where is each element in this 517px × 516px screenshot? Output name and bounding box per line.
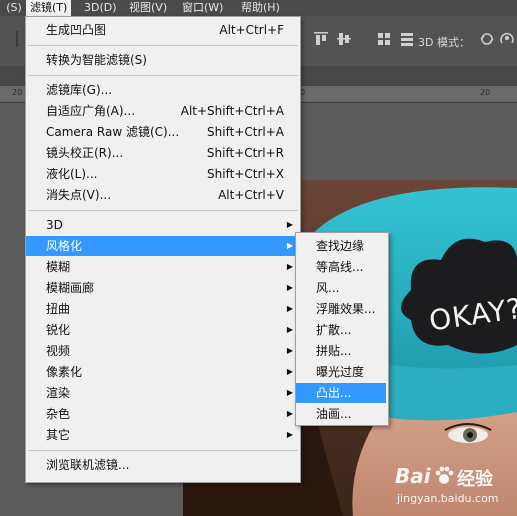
menu-item-liquify[interactable]: 液化(L)... Shift+Ctrl+X bbox=[26, 164, 300, 184]
menu-filter[interactable]: 滤镜(T) bbox=[26, 0, 72, 16]
menu-divider bbox=[28, 210, 298, 211]
submenu-item-emboss[interactable]: 浮雕效果... bbox=[296, 299, 386, 319]
submenu-item-solarize[interactable]: 曝光过度 bbox=[296, 362, 386, 382]
submenu-arrow-icon: ▶ bbox=[286, 283, 293, 292]
submenu-item-oil-paint[interactable]: 油画... bbox=[296, 404, 386, 424]
menu-item-browse-filters-online[interactable]: 浏览联机滤镜... bbox=[26, 455, 300, 475]
submenu-item-wind[interactable]: 风... bbox=[296, 278, 386, 298]
menu-item-3d[interactable]: 3D ▶ bbox=[26, 215, 300, 235]
3d-mode-label: 3D 模式： bbox=[418, 36, 470, 49]
submenu-arrow-icon: ▶ bbox=[286, 388, 293, 397]
divider-icon bbox=[16, 31, 18, 47]
align-top-icon[interactable] bbox=[312, 29, 330, 49]
baidu-jingyan-watermark: Bai 经验 jingyan.baidu.com bbox=[393, 462, 517, 512]
menu-item-other[interactable]: 其它 ▶ bbox=[26, 425, 300, 445]
ruler-tick: 20 bbox=[480, 88, 491, 97]
menu-item-adaptive-wide-angle[interactable]: 自适应广角(A)... Alt+Shift+Ctrl+A bbox=[26, 101, 300, 121]
submenu-arrow-icon: ▶ bbox=[286, 241, 293, 250]
menu-item-camera-raw[interactable]: Camera Raw 滤镜(C)... Shift+Ctrl+A bbox=[26, 122, 300, 142]
menu-item-sharpen[interactable]: 锐化 ▶ bbox=[26, 320, 300, 340]
arrange-icon[interactable] bbox=[398, 29, 416, 49]
submenu-arrow-icon: ▶ bbox=[286, 409, 293, 418]
menu-item-filter-gallery[interactable]: 滤镜库(G)... bbox=[26, 80, 300, 100]
menu-item-convert-smart-filter[interactable]: 转换为智能滤镜(S) bbox=[26, 50, 300, 70]
paw-icon bbox=[435, 466, 454, 484]
submenu-item-diffuse[interactable]: 扩散... bbox=[296, 320, 386, 340]
submenu-item-find-edges[interactable]: 查找边缘 bbox=[296, 236, 386, 256]
menu-item-render[interactable]: 渲染 ▶ bbox=[26, 383, 300, 403]
menu-bar: (S) 滤镜(T) 3D(D) 视图(V) 窗口(W) 帮助(H) bbox=[0, 0, 517, 16]
menu-item-noise[interactable]: 杂色 ▶ bbox=[26, 404, 300, 424]
watermark-url: jingyan.baidu.com bbox=[397, 492, 499, 505]
menu-divider bbox=[28, 450, 298, 451]
distribute-icon[interactable] bbox=[375, 29, 393, 49]
rotate-3d-icon[interactable] bbox=[478, 29, 496, 49]
menu-item-last-filter[interactable]: 生成凹凸图 Alt+Ctrl+F bbox=[26, 20, 300, 40]
menu-divider bbox=[28, 75, 298, 76]
submenu-item-tiles[interactable]: 拼贴... bbox=[296, 341, 386, 361]
menu-3d[interactable]: 3D(D) bbox=[80, 0, 121, 16]
submenu-item-contour[interactable]: 等高线... bbox=[296, 257, 386, 277]
submenu-item-extrude[interactable]: 凸出... bbox=[296, 383, 386, 403]
menu-view[interactable]: 视图(V) bbox=[125, 0, 171, 16]
menu-item-stylize[interactable]: 风格化 ▶ bbox=[26, 236, 300, 256]
stylize-submenu: 查找边缘 等高线... 风... 浮雕效果... 扩散... 拼贴... 曝光过… bbox=[295, 232, 389, 426]
menu-item-blur[interactable]: 模糊 ▶ bbox=[26, 257, 300, 277]
menu-divider bbox=[28, 45, 298, 46]
roll-3d-icon[interactable] bbox=[498, 29, 516, 49]
menu-window[interactable]: 窗口(W) bbox=[178, 0, 227, 16]
watermark-brand: Bai bbox=[395, 464, 431, 488]
filter-menu: 生成凹凸图 Alt+Ctrl+F 转换为智能滤镜(S) 滤镜库(G)... 自适… bbox=[25, 16, 301, 483]
menu-select[interactable]: (S) bbox=[0, 0, 26, 16]
menu-item-vanishing-point[interactable]: 消失点(V)... Alt+Ctrl+V bbox=[26, 185, 300, 205]
submenu-arrow-icon: ▶ bbox=[286, 325, 293, 334]
submenu-arrow-icon: ▶ bbox=[286, 220, 293, 229]
ruler-tick: 20 bbox=[12, 88, 23, 97]
submenu-arrow-icon: ▶ bbox=[286, 346, 293, 355]
align-middle-icon[interactable] bbox=[335, 29, 353, 49]
watermark-brand2: 经验 bbox=[457, 469, 493, 490]
menu-item-distort[interactable]: 扭曲 ▶ bbox=[26, 299, 300, 319]
menu-item-video[interactable]: 视频 ▶ bbox=[26, 341, 300, 361]
menu-help[interactable]: 帮助(H) bbox=[237, 0, 284, 16]
submenu-arrow-icon: ▶ bbox=[286, 367, 293, 376]
submenu-arrow-icon: ▶ bbox=[286, 304, 293, 313]
submenu-arrow-icon: ▶ bbox=[286, 430, 293, 439]
menu-item-pixelate[interactable]: 像素化 ▶ bbox=[26, 362, 300, 382]
menu-item-blur-gallery[interactable]: 模糊画廊 ▶ bbox=[26, 278, 300, 298]
submenu-arrow-icon: ▶ bbox=[286, 262, 293, 271]
menu-item-lens-correction[interactable]: 镜头校正(R)... Shift+Ctrl+R bbox=[26, 143, 300, 163]
